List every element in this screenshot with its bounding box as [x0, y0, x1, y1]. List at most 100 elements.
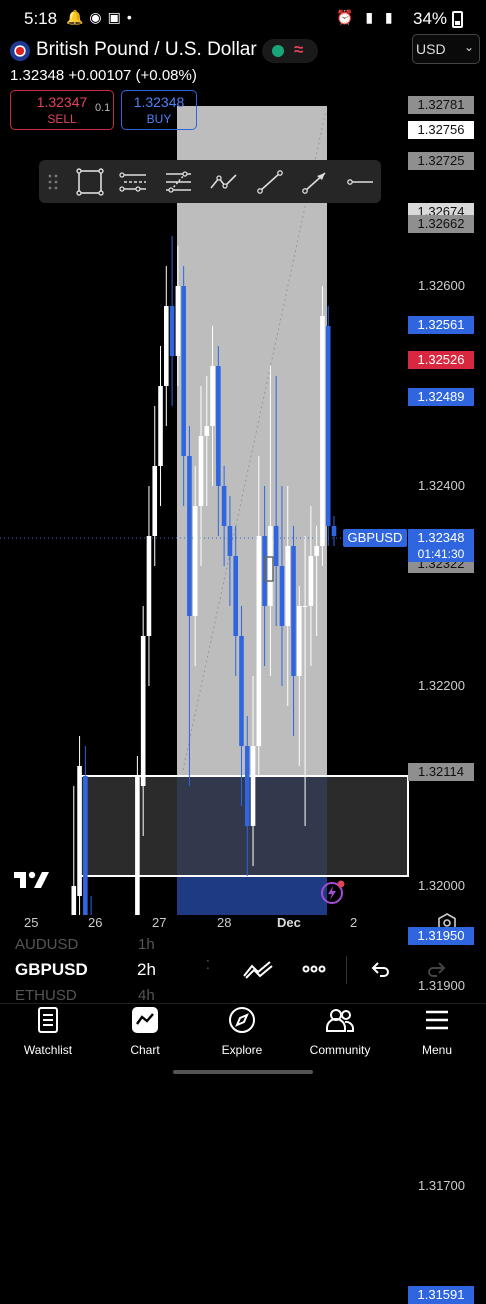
candle-body — [308, 556, 314, 606]
candle-body — [198, 436, 204, 506]
watchlist-prev-timeframe: 1h — [138, 936, 155, 953]
more-dot-icon: ⁚ — [206, 958, 210, 972]
buy-button[interactable]: 1.32348 BUY — [121, 90, 197, 130]
price-tick-label: 1.32200 — [418, 678, 465, 693]
watchlist-next-symbol[interactable]: ETHUSD — [15, 987, 77, 1004]
candle-body — [256, 536, 262, 746]
parallel-channel-icon[interactable] — [118, 168, 148, 196]
date-tick-label: Dec — [277, 915, 301, 930]
candle-body — [77, 766, 82, 896]
market-open-icon — [272, 45, 284, 57]
timeframe-selector[interactable]: 2h — [137, 960, 156, 980]
watchlist-prev-symbol[interactable]: AUDUSD — [15, 936, 78, 953]
candle-body — [204, 426, 210, 436]
drag-handle-icon[interactable] — [44, 168, 62, 196]
rectangle-tool-icon[interactable] — [75, 168, 105, 196]
price-marker-tag: 1.32725 — [408, 152, 474, 170]
price-tick-label: 1.32600 — [418, 278, 465, 293]
divider — [346, 956, 347, 984]
candle-body — [273, 526, 279, 566]
price-tick-label: 1.31900 — [418, 978, 465, 993]
nav-community[interactable] — [292, 1006, 388, 1039]
sell-label: SELL — [47, 112, 77, 126]
candle-body — [331, 526, 337, 536]
price-change: +0.00107 (+0.08%) — [68, 67, 197, 84]
nav-explore-label: Explore — [221, 1043, 263, 1057]
redo-icon[interactable] — [427, 960, 447, 978]
market-status-pill[interactable] — [262, 39, 318, 63]
date-tick-label: 2 — [350, 915, 358, 930]
price-marker-tag: 1.32756 — [408, 121, 474, 139]
nav-explore[interactable] — [194, 1006, 290, 1039]
menu-icon — [426, 1010, 448, 1030]
candle-body — [187, 456, 192, 616]
nav-watchlist-label: Watchlist — [23, 1043, 73, 1057]
price-marker-tag: 1.32662 — [408, 215, 474, 233]
fib-retracement-icon[interactable] — [163, 168, 193, 196]
nav-menu[interactable] — [389, 1006, 485, 1039]
candle-body — [210, 366, 215, 426]
bar-countdown: 01:41:30 — [408, 546, 474, 562]
candle-body — [169, 306, 175, 356]
candle-body — [181, 286, 186, 456]
price-marker-tag: 1.32114 — [408, 763, 474, 781]
price-tick-label: 1.31700 — [418, 1178, 465, 1193]
lot-size[interactable]: 0.1 — [95, 102, 110, 114]
candle-body — [175, 286, 181, 356]
tradingview-logo — [14, 871, 49, 888]
candle-body — [297, 606, 302, 676]
candle-body — [291, 546, 296, 676]
candle-body — [325, 326, 331, 526]
buy-label: BUY — [146, 112, 172, 126]
current-symbol[interactable]: GBPUSD — [15, 960, 88, 980]
candle-body — [239, 636, 244, 746]
symbol-title[interactable]: British Pound / U.S. Dollar — [36, 39, 257, 61]
chevron-down-icon: ⌄ — [464, 40, 475, 54]
candle-body — [164, 306, 169, 386]
currency-flag-icon — [10, 41, 30, 61]
candle-body — [152, 466, 158, 536]
price-marker-tag: 1.32781 — [408, 96, 474, 114]
path-tool-icon[interactable] — [208, 168, 238, 196]
candle-body — [279, 566, 285, 626]
currency-value: USD — [416, 41, 446, 57]
last-price: 1.32348 — [10, 67, 65, 84]
drawings-toggle-icon[interactable] — [242, 958, 274, 980]
ray-tool-icon[interactable] — [300, 168, 330, 196]
candle-body — [250, 746, 256, 826]
compass-icon — [229, 1007, 255, 1033]
candle-body — [216, 366, 221, 486]
candle-body — [221, 486, 227, 526]
candle-body — [244, 746, 250, 826]
candle-body — [268, 526, 273, 606]
candle-body — [302, 606, 308, 607]
candle-body — [320, 316, 325, 546]
horizontal-ray-icon[interactable] — [345, 168, 375, 196]
home-indicator — [173, 1070, 313, 1074]
candle-body — [233, 556, 238, 636]
candle-body — [192, 506, 198, 616]
candle-body — [71, 886, 77, 915]
candle-body — [135, 776, 140, 915]
price-tick-label: 1.32000 — [418, 878, 465, 893]
nav-chart[interactable] — [97, 1006, 193, 1039]
nav-chart-label: Chart — [130, 1043, 160, 1057]
trend-line-icon[interactable] — [255, 168, 285, 196]
date-tick-label: 25 — [24, 915, 39, 930]
outlined-range — [78, 775, 409, 877]
date-tick-label: 26 — [88, 915, 103, 930]
nav-watchlist[interactable] — [0, 1006, 96, 1039]
nav-menu-label: Menu — [421, 1043, 453, 1057]
watchlist-icon — [38, 1007, 58, 1033]
watchlist-next-timeframe: 4h — [138, 987, 155, 1004]
delay-wave-icon: ≈ — [294, 40, 304, 59]
more-options-icon[interactable] — [302, 964, 326, 974]
candle-body — [83, 776, 88, 915]
date-tick-label: 28 — [217, 915, 232, 930]
price-marker-tag: 1.32489 — [408, 388, 474, 406]
price-marker-tag: 1.32526 — [408, 351, 474, 369]
chart-icon — [132, 1007, 158, 1033]
candle-body — [140, 636, 146, 786]
alert-bolt-icon[interactable] — [320, 879, 346, 905]
undo-icon[interactable] — [370, 960, 390, 978]
